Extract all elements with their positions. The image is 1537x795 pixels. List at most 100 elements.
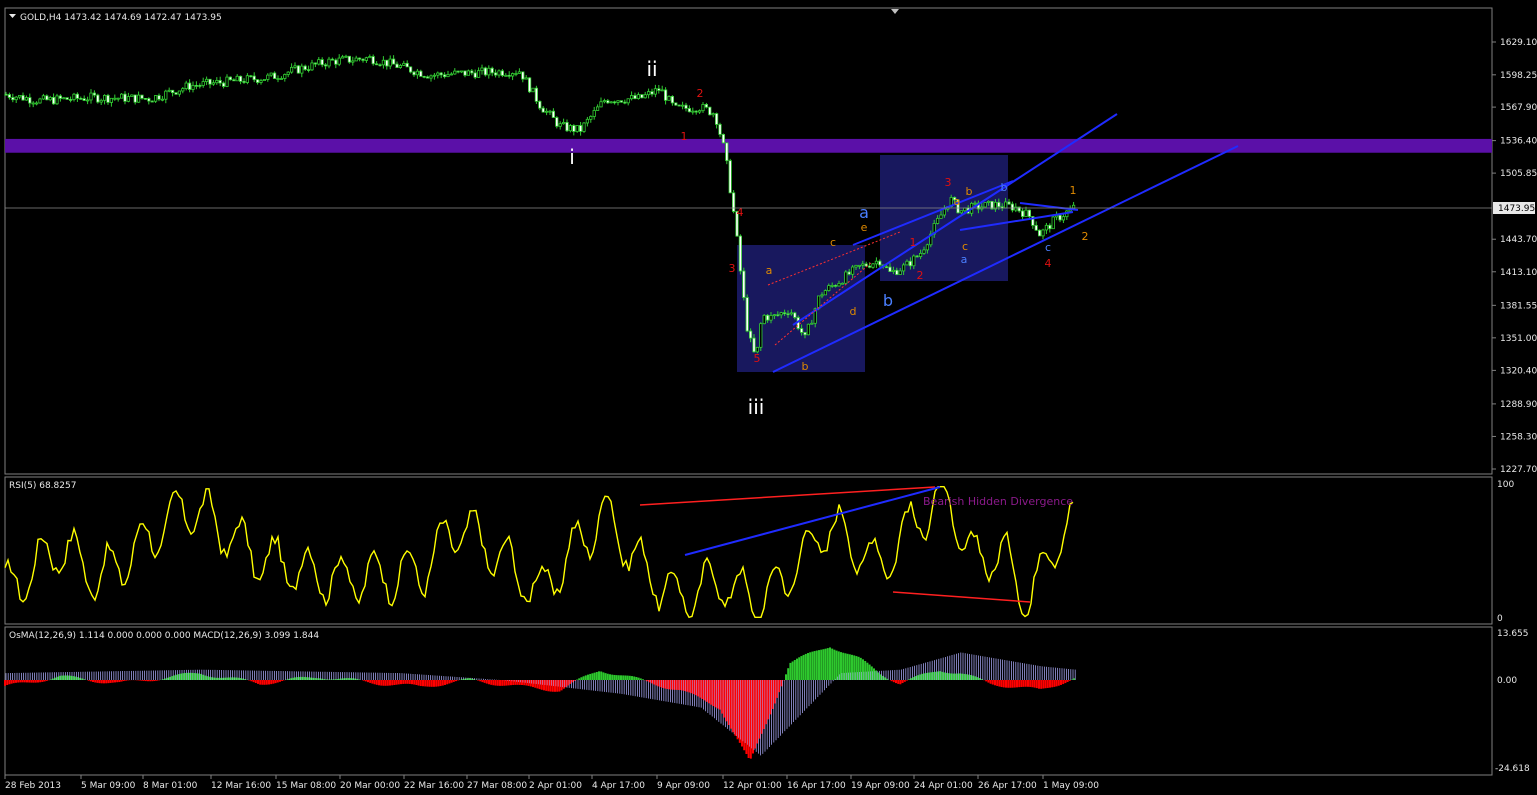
candle-body <box>113 97 117 100</box>
candle-body <box>17 94 22 98</box>
candle-body <box>143 97 147 100</box>
candle-body <box>534 87 539 102</box>
candle-body <box>14 96 18 101</box>
time-label: 20 Mar 00:00 <box>340 781 400 791</box>
candle-body <box>493 72 498 76</box>
candle-body <box>473 72 477 78</box>
symbol-header: GOLD,H4 1473.42 1474.69 1472.47 1473.95 <box>20 13 222 23</box>
candle-body <box>776 314 780 317</box>
candle-body <box>7 94 11 98</box>
candle-body <box>514 73 518 75</box>
candle-body <box>823 290 828 296</box>
time-label: 12 Mar 16:00 <box>211 781 271 791</box>
candle-body <box>164 90 168 100</box>
candle-body <box>694 110 698 113</box>
candle-body <box>136 94 141 103</box>
candle-body <box>262 79 267 81</box>
price-label: 1320.40 <box>1500 366 1537 376</box>
candle-body <box>589 116 593 120</box>
candle-body <box>170 89 175 94</box>
wave-label-c: c <box>1045 241 1051 254</box>
time-label: 8 Mar 01:00 <box>143 781 198 791</box>
candle-body <box>1004 201 1008 209</box>
candle-body <box>490 67 494 74</box>
wave-box <box>880 155 1008 281</box>
candle-body <box>718 124 722 135</box>
wave-label-3: 3 <box>945 176 952 189</box>
candle-body <box>582 122 586 132</box>
candle-body <box>922 249 926 254</box>
candle-body <box>1027 209 1031 217</box>
price-label: 1227.70 <box>1500 465 1537 475</box>
candle-body <box>1048 224 1052 230</box>
wave-label-b: b <box>883 291 893 310</box>
candle-body <box>86 99 90 102</box>
candle-body <box>208 78 212 85</box>
candle-body <box>466 70 471 76</box>
wave-label-1: 1 <box>1070 184 1077 197</box>
candle-body <box>779 312 783 316</box>
candle-body <box>327 58 331 67</box>
candle-body <box>279 78 284 80</box>
candle-body <box>52 96 56 105</box>
candle-body <box>504 74 508 77</box>
candle-body <box>619 100 624 103</box>
wave-label-2: 2 <box>697 87 704 100</box>
candle-body <box>198 85 202 87</box>
candle-body <box>211 82 215 85</box>
candle-body <box>48 96 52 101</box>
candle-body <box>640 94 644 99</box>
candle-body <box>459 70 464 73</box>
candle-body <box>259 80 263 83</box>
candle-body <box>963 207 967 212</box>
candle-body <box>803 332 807 336</box>
rsi-tick-0: 0 <box>1497 614 1503 624</box>
candle-body <box>1051 216 1055 230</box>
candle-body <box>191 85 195 90</box>
candle-body <box>75 93 79 99</box>
candle-body <box>827 285 831 292</box>
candle-body <box>334 59 338 65</box>
candle-body <box>997 201 1001 208</box>
candle-body <box>715 113 719 125</box>
candle-body <box>541 107 545 113</box>
candle-body <box>800 328 804 333</box>
price-label: 1505.85 <box>1500 169 1537 179</box>
time-label: 2 Apr 01:00 <box>529 781 582 791</box>
candle-body <box>470 70 474 74</box>
candle-body <box>868 265 872 268</box>
candle-body <box>283 74 287 79</box>
candle-body <box>545 110 549 113</box>
candle-body <box>483 67 488 76</box>
candle-body <box>266 74 270 80</box>
candle-body <box>385 59 389 67</box>
candle-body <box>602 100 607 103</box>
candle-body <box>987 200 991 203</box>
candle-body <box>905 260 909 266</box>
candle-body <box>684 104 688 109</box>
wave-label-1: 1 <box>681 130 688 143</box>
candle-body <box>959 210 964 214</box>
candle-body <box>167 89 171 92</box>
candle-body <box>1021 210 1025 217</box>
candle-body <box>378 64 382 67</box>
candle-body <box>857 264 862 267</box>
candle-body <box>599 101 603 108</box>
candle-body <box>691 110 695 113</box>
time-label: 26 Apr 17:00 <box>978 781 1037 791</box>
candle-body <box>72 93 76 101</box>
trading-chart[interactable]: iiiiii21435ab123 bac412abcdeabc GOLD,H4 1… <box>0 0 1537 795</box>
wave-label-b: b <box>1001 181 1008 194</box>
wave-label-1: 1 <box>910 236 917 249</box>
time-axis: 28 Feb 2013 5 Mar 09:00 8 Mar 01:00 12 Mar … <box>4 775 1099 791</box>
candle-body <box>769 315 773 321</box>
time-label: 4 Apr 17:00 <box>592 781 645 791</box>
candle-body <box>289 66 294 73</box>
candle-body <box>276 78 280 80</box>
candle-body <box>446 74 450 78</box>
candle-body <box>647 91 651 96</box>
candle-body <box>69 99 73 101</box>
candle-body <box>575 125 579 132</box>
candle-body <box>606 100 610 104</box>
candle-body <box>847 271 851 275</box>
